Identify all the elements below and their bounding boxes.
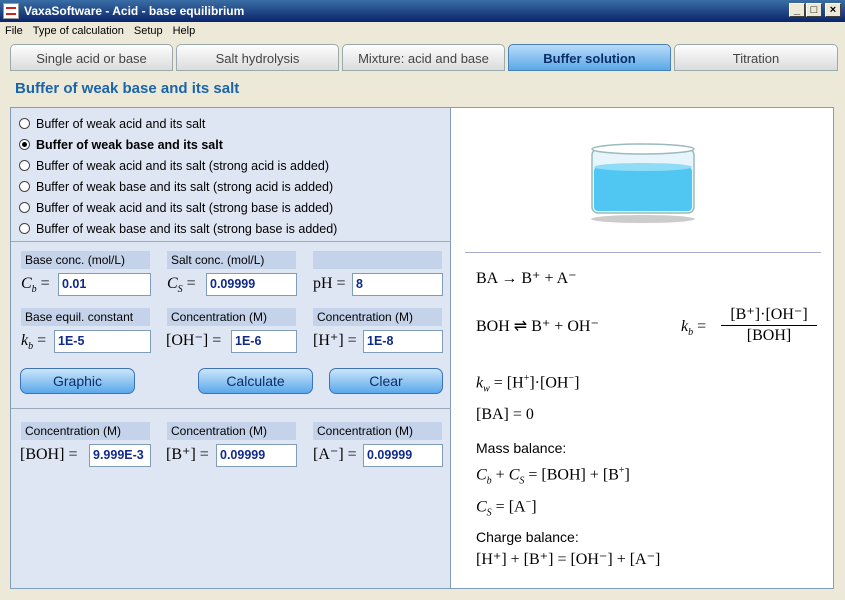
option-weak-acid-salt-strong-acid[interactable]: Buffer of weak acid and its salt (strong… bbox=[19, 156, 329, 176]
kb-denominator: [BOH] bbox=[746, 327, 792, 344]
ph-input[interactable]: 8 bbox=[352, 273, 443, 296]
menu-help[interactable]: Help bbox=[168, 22, 201, 40]
tab-strip: Single acid or base Salt hydrolysis Mixt… bbox=[10, 44, 840, 73]
ph-label bbox=[313, 251, 442, 269]
radio-icon bbox=[19, 223, 30, 234]
mass-balance-1: Cb + CS = [BOH] + [B+] bbox=[476, 465, 630, 487]
radio-icon bbox=[19, 181, 30, 192]
main-panel: Buffer of weak base and its salt Buffer … bbox=[10, 74, 834, 589]
kb-eq-label: kb = bbox=[681, 318, 707, 339]
base-conc-label: Base conc. (mol/L) bbox=[21, 251, 150, 269]
radio-icon bbox=[19, 160, 30, 171]
menu-type-of-calculation[interactable]: Type of calculation bbox=[28, 22, 129, 40]
salt-conc-label: Salt conc. (mol/L) bbox=[167, 251, 296, 269]
kw-equation: kw = [H+]·[OH−] bbox=[476, 373, 580, 395]
dissociation-base: BOH ⇌ B⁺ + OH⁻ bbox=[476, 318, 599, 335]
cs-symbol: CS = bbox=[167, 275, 196, 296]
tab-salt-hydrolysis[interactable]: Salt hydrolysis bbox=[176, 44, 339, 71]
menu-bar: File Type of calculation Setup Help bbox=[0, 22, 845, 42]
clear-button[interactable]: Clear bbox=[329, 368, 443, 394]
h-input[interactable]: 1E-8 bbox=[363, 330, 443, 353]
divider bbox=[11, 408, 451, 409]
tab-mixture[interactable]: Mixture: acid and base bbox=[342, 44, 505, 71]
radio-icon bbox=[19, 202, 30, 213]
maximize-button[interactable]: □ bbox=[806, 3, 822, 17]
bplus-label: Concentration (M) bbox=[167, 422, 296, 440]
boh-input[interactable]: 9.999E-3 bbox=[89, 444, 151, 467]
oh-input[interactable]: 1E-6 bbox=[231, 330, 297, 353]
radio-selected-icon bbox=[19, 139, 30, 150]
option-weak-base-salt-strong-base[interactable]: Buffer of weak base and its salt (strong… bbox=[19, 219, 337, 239]
bplus-input[interactable]: 0.09999 bbox=[216, 444, 297, 467]
charge-balance-title: Charge balance: bbox=[476, 529, 579, 545]
mass-balance-2: CS = [A−] bbox=[476, 497, 537, 519]
aminus-input[interactable]: 0.09999 bbox=[363, 444, 443, 467]
menu-file[interactable]: File bbox=[0, 22, 28, 40]
bplus-symbol: [B⁺] = bbox=[166, 446, 209, 463]
tab-buffer-solution[interactable]: Buffer solution bbox=[508, 44, 671, 71]
minimize-button[interactable]: _ bbox=[789, 3, 805, 17]
h-label: Concentration (M) bbox=[313, 308, 442, 326]
option-weak-acid-salt[interactable]: Buffer of weak acid and its salt bbox=[19, 114, 205, 134]
tab-titration[interactable]: Titration bbox=[674, 44, 838, 71]
aminus-label: Concentration (M) bbox=[313, 422, 442, 440]
divider bbox=[465, 252, 821, 253]
page-title: Buffer of weak base and its salt bbox=[15, 80, 240, 97]
base-conc-input[interactable]: 0.01 bbox=[58, 273, 151, 296]
menu-setup[interactable]: Setup bbox=[129, 22, 168, 40]
tab-single-acid-or-base[interactable]: Single acid or base bbox=[10, 44, 173, 71]
kb-fraction: [B⁺]·[OH⁻] [BOH] bbox=[721, 304, 817, 345]
h-symbol: [H⁺] = bbox=[313, 332, 357, 349]
boh-label: Concentration (M) bbox=[21, 422, 150, 440]
aminus-symbol: [A⁻] = bbox=[313, 446, 357, 463]
close-button[interactable]: × bbox=[825, 3, 841, 17]
oh-symbol: [OH⁻] = bbox=[166, 332, 222, 349]
boh-symbol: [BOH] = bbox=[20, 446, 78, 463]
option-weak-base-salt-strong-acid[interactable]: Buffer of weak base and its salt (strong… bbox=[19, 177, 333, 197]
kb-label: Base equil. constant bbox=[21, 308, 150, 326]
calculate-button[interactable]: Calculate bbox=[198, 368, 313, 394]
oh-label: Concentration (M) bbox=[167, 308, 296, 326]
kb-numerator: [B⁺]·[OH⁻] bbox=[730, 306, 808, 323]
option-weak-base-salt[interactable]: Buffer of weak base and its salt bbox=[19, 135, 223, 155]
cb-symbol: Cb = bbox=[21, 275, 50, 296]
charge-balance-1: [H⁺] + [B⁺] = [OH⁻] + [A⁻] bbox=[476, 551, 661, 568]
kb-symbol: kb = bbox=[21, 332, 47, 353]
window-title: VaxaSoftware - Acid - base equilibrium bbox=[24, 4, 245, 18]
equations-panel: BA → B⁺ + A⁻ BOH ⇌ B⁺ + OH⁻ kb = [B⁺]·[O… bbox=[451, 107, 834, 589]
kb-input[interactable]: 1E-5 bbox=[54, 330, 151, 353]
beaker-icon bbox=[591, 143, 695, 223]
ba-equation: [BA] = 0 bbox=[476, 406, 534, 423]
input-panel: Buffer of weak acid and its salt Buffer … bbox=[10, 107, 451, 589]
divider bbox=[11, 241, 451, 242]
option-weak-acid-salt-strong-base[interactable]: Buffer of weak acid and its salt (strong… bbox=[19, 198, 333, 218]
title-bar: VaxaSoftware - Acid - base equilibrium _… bbox=[0, 0, 845, 22]
graphic-button[interactable]: Graphic bbox=[20, 368, 135, 394]
app-icon bbox=[3, 3, 19, 19]
ph-symbol: pH = bbox=[313, 275, 346, 292]
radio-icon bbox=[19, 118, 30, 129]
mass-balance-title: Mass balance: bbox=[476, 440, 567, 456]
dissociation-salt: BA → B⁺ + A⁻ bbox=[476, 270, 577, 287]
salt-conc-input[interactable]: 0.09999 bbox=[206, 273, 297, 296]
